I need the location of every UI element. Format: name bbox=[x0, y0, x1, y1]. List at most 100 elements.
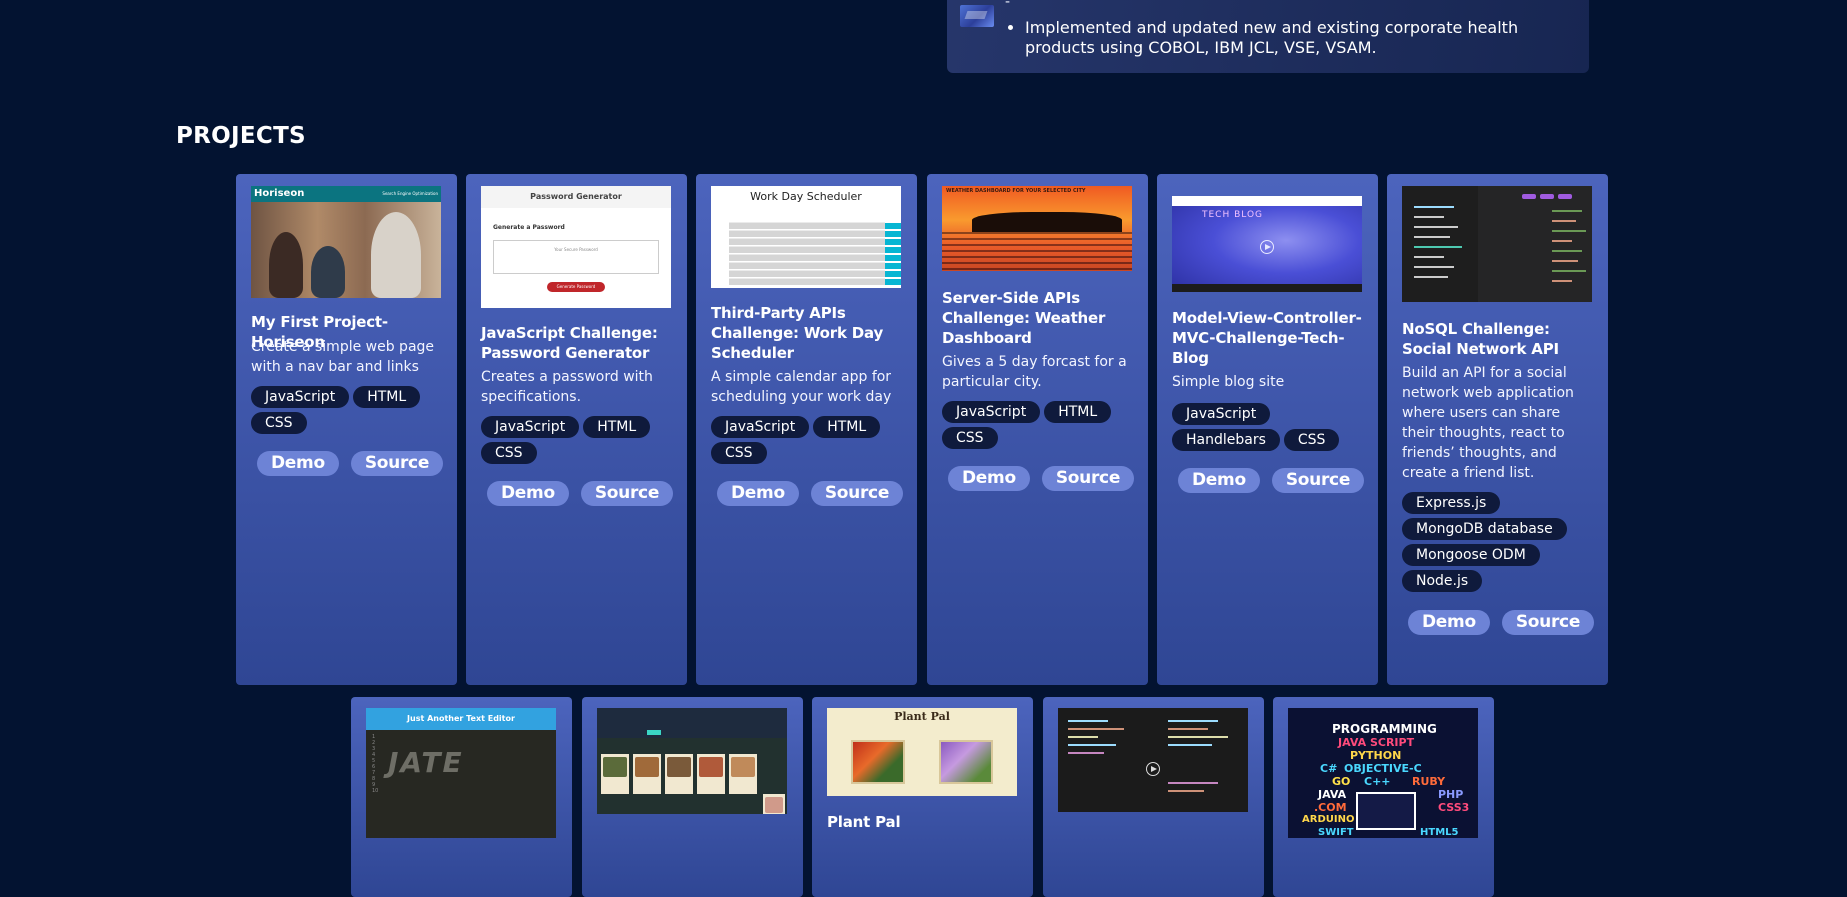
word: JAVA bbox=[1318, 788, 1347, 801]
project-description: Creates a password with specifications. bbox=[481, 369, 653, 405]
screenshot-logo: JATE bbox=[388, 746, 464, 779]
project-screenshot bbox=[1058, 708, 1248, 812]
source-button[interactable]: Source bbox=[1271, 468, 1365, 493]
project-title: Server-Side APIs Challenge: Weather Dash… bbox=[942, 289, 1106, 347]
play-icon bbox=[1260, 240, 1274, 254]
tag: HTML bbox=[353, 386, 421, 408]
word: C++ bbox=[1364, 775, 1391, 788]
tag: HTML bbox=[813, 416, 881, 438]
project-card-plant-pal: Plant Pal Plant Pal bbox=[812, 697, 1033, 897]
screenshot-placeholder: Your Secure Password bbox=[554, 247, 598, 252]
projects-heading: PROJECTS bbox=[176, 123, 306, 149]
source-button[interactable]: Source bbox=[810, 481, 904, 506]
demo-button[interactable]: Demo bbox=[487, 481, 569, 506]
screenshot-photo bbox=[251, 202, 441, 298]
screenshot-title: Just Another Text Editor bbox=[366, 708, 556, 730]
tag-list: JavaScript HTML CSS bbox=[251, 386, 443, 434]
demo-button[interactable]: Demo bbox=[948, 466, 1030, 491]
source-button[interactable]: Source bbox=[1041, 466, 1135, 491]
project-actions: Demo Source bbox=[487, 481, 674, 506]
demo-button[interactable]: Demo bbox=[717, 481, 799, 506]
project-card-work-day-scheduler: Work Day Scheduler Third-Party APIs Chal… bbox=[696, 174, 917, 685]
word: CSS3 bbox=[1438, 801, 1470, 814]
word: RUBY bbox=[1412, 775, 1446, 788]
project-title: NoSQL Challenge: Social Network API bbox=[1402, 320, 1559, 358]
project-description: Build an API for a social network web ap… bbox=[1402, 365, 1574, 481]
project-card-horiseon: Horiseon Search Engine Optimization My F… bbox=[236, 174, 457, 685]
demo-button[interactable]: Demo bbox=[257, 451, 339, 476]
word: GO bbox=[1332, 775, 1351, 788]
project-screenshot: Work Day Scheduler bbox=[711, 186, 901, 288]
screenshot-subtitle: Generate a Password bbox=[493, 224, 565, 231]
screenshot-title: TECH BLOG bbox=[1202, 210, 1264, 220]
tag-list: Express.js MongoDB database Mongoose ODM… bbox=[1402, 492, 1594, 592]
source-button[interactable]: Source bbox=[1501, 610, 1595, 635]
word: PHP bbox=[1438, 788, 1464, 801]
project-screenshot bbox=[1402, 186, 1592, 302]
experience-card: - Implemented and updated new and existi… bbox=[947, 0, 1589, 73]
project-screenshot: WEATHER DASHBOARD FOR YOUR SELECTED CITY bbox=[942, 186, 1132, 271]
screenshot-subtitle bbox=[711, 206, 901, 210]
tag-list: JavaScript HTML CSS bbox=[711, 416, 903, 464]
screenshot-title: Horiseon bbox=[254, 188, 305, 199]
project-actions: Demo Source bbox=[1408, 610, 1595, 635]
project-title: Model-View-Controller-MVC-Challenge-Tech… bbox=[1172, 309, 1362, 367]
project-screenshot: Plant Pal bbox=[827, 708, 1017, 796]
tag: CSS bbox=[942, 427, 998, 449]
project-title: Third-Party APIs Challenge: Work Day Sch… bbox=[711, 304, 884, 362]
screenshot-button: Generate Password bbox=[547, 282, 605, 292]
project-card-social-network-api: NoSQL Challenge: Social Network API Buil… bbox=[1387, 174, 1608, 685]
tag: Express.js bbox=[1402, 492, 1501, 514]
project-card-password-generator: Password Generator Generate a Password Y… bbox=[466, 174, 687, 685]
project-title: JavaScript Challenge: Password Generator bbox=[481, 324, 658, 362]
screenshot-textbox: Your Secure Password bbox=[493, 240, 659, 274]
project-actions: Demo Source bbox=[717, 481, 904, 506]
word: .COM bbox=[1314, 801, 1347, 814]
project-card-tech-blog: TECH BLOG Model-View-Controller-MVC-Chal… bbox=[1157, 174, 1378, 685]
project-card-cms-blog bbox=[1043, 697, 1264, 897]
word: ARDUINO bbox=[1302, 814, 1355, 825]
screenshot-grid bbox=[711, 222, 901, 286]
company-logo bbox=[960, 5, 994, 27]
screenshot-title: WEATHER DASHBOARD FOR YOUR SELECTED CITY bbox=[946, 188, 1086, 194]
tag: CSS bbox=[251, 412, 307, 434]
screenshot-title: Work Day Scheduler bbox=[750, 190, 862, 203]
word: SWIFT bbox=[1318, 827, 1354, 838]
tag: Handlebars bbox=[1172, 429, 1280, 451]
project-actions: Demo Source bbox=[948, 466, 1135, 491]
tag: CSS bbox=[711, 442, 767, 464]
screenshot-title: Plant Pal bbox=[894, 710, 950, 723]
demo-button[interactable]: Demo bbox=[1178, 468, 1260, 493]
project-screenshot: Just Another Text Editor 1 2 3 4 5 6 7 8 9 10 JAT… bbox=[366, 708, 556, 838]
screenshot-nav: Search Engine Optimization bbox=[382, 191, 438, 196]
play-icon bbox=[1146, 762, 1160, 776]
project-card-weather-dashboard: WEATHER DASHBOARD FOR YOUR SELECTED CITY… bbox=[927, 174, 1148, 685]
tag: CSS bbox=[481, 442, 537, 464]
demo-button[interactable]: Demo bbox=[1408, 610, 1490, 635]
tag: CSS bbox=[1283, 429, 1340, 451]
project-card-programming: PROGRAMMING JAVA SCRIPT PYTHON C# OBJECT… bbox=[1273, 697, 1494, 897]
project-screenshot: Password Generator Generate a Password Y… bbox=[481, 186, 671, 308]
word: PYTHON bbox=[1350, 749, 1402, 762]
tag: HTML bbox=[1044, 401, 1112, 423]
experience-bullet: Implemented and updated new and existing… bbox=[1025, 18, 1565, 58]
source-button[interactable]: Source bbox=[350, 451, 444, 476]
monitor-icon bbox=[1356, 792, 1416, 830]
tag-list: JavaScript Handlebars CSS bbox=[1172, 403, 1364, 451]
project-screenshot: Horiseon Search Engine Optimization bbox=[251, 186, 441, 298]
project-screenshot: PROGRAMMING JAVA SCRIPT PYTHON C# OBJECT… bbox=[1288, 708, 1478, 838]
tag-list: JavaScript HTML CSS bbox=[481, 416, 673, 464]
tag: JavaScript bbox=[711, 416, 810, 438]
project-screenshot bbox=[597, 708, 787, 814]
tag: Mongoose ODM bbox=[1402, 544, 1540, 566]
tag: JavaScript bbox=[1172, 403, 1271, 425]
word: HTML5 bbox=[1420, 827, 1459, 838]
tag: JavaScript bbox=[251, 386, 350, 408]
tag: Node.js bbox=[1402, 570, 1483, 592]
experience-dash: - bbox=[1005, 0, 1011, 10]
project-card-food-app bbox=[582, 697, 803, 897]
word: JAVA SCRIPT bbox=[1338, 736, 1415, 749]
tag: JavaScript bbox=[942, 401, 1041, 423]
experience-bullets: Implemented and updated new and existing… bbox=[1005, 18, 1565, 58]
source-button[interactable]: Source bbox=[580, 481, 674, 506]
